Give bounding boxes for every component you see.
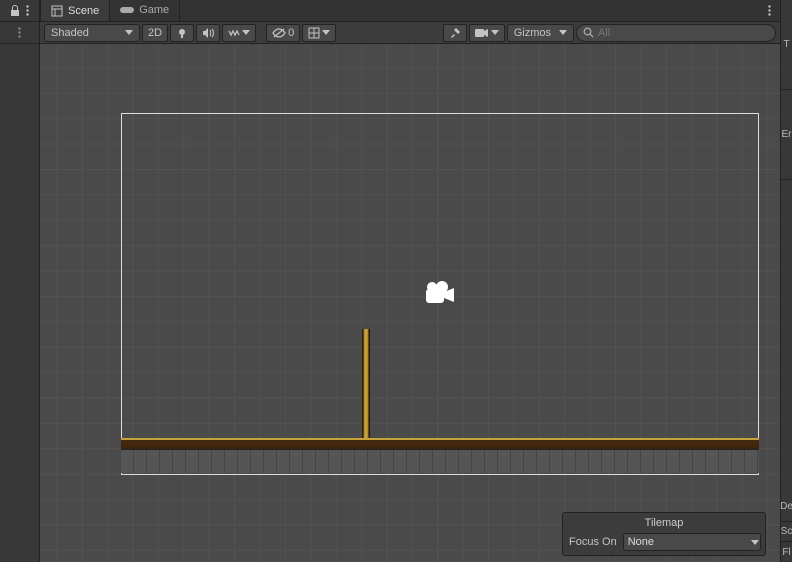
rail-tab[interactable]: Fl	[781, 542, 792, 562]
kebab-icon[interactable]	[18, 27, 21, 38]
rail-tab[interactable]: T	[781, 0, 792, 90]
inspector-rail: T Er De Sc Fl	[780, 0, 792, 562]
chevron-down-icon	[491, 30, 499, 35]
gizmos-dropdown[interactable]: Gizmos	[507, 24, 574, 42]
effects-dropdown[interactable]	[222, 24, 256, 42]
search-icon	[583, 27, 594, 38]
dropdown-label: Gizmos	[514, 27, 551, 39]
tab-options-button[interactable]	[758, 0, 780, 21]
search-input[interactable]	[598, 27, 769, 39]
tab-game[interactable]: Game	[110, 0, 180, 21]
game-icon	[120, 5, 134, 15]
hidden-objects-button[interactable]: 0	[266, 24, 300, 42]
tilemap-floor[interactable]	[121, 438, 759, 473]
2d-toggle[interactable]: 2D	[142, 24, 168, 42]
kebab-icon[interactable]	[26, 5, 29, 16]
scene-search[interactable]	[576, 24, 776, 42]
chevron-down-icon	[322, 30, 330, 35]
overlay-title: Tilemap	[569, 517, 759, 529]
lighting-toggle[interactable]	[170, 24, 194, 42]
tilemap-overlay: Tilemap Focus On None	[562, 512, 766, 556]
lock-icon[interactable]	[10, 5, 20, 16]
hierarchy-rail	[0, 0, 40, 562]
main-panel: Scene Game Shaded 2D 0 Gizmos	[40, 0, 780, 562]
scene-toolbar: Shaded 2D 0 Gizmos	[40, 22, 780, 44]
shading-dropdown[interactable]: Shaded	[44, 24, 140, 42]
tab-bar: Scene Game	[40, 0, 780, 22]
chevron-down-icon	[559, 30, 567, 35]
camera-dropdown[interactable]	[469, 24, 505, 42]
chevron-down-icon	[125, 30, 133, 35]
camera-gizmo-icon[interactable]	[422, 281, 458, 307]
rail-tab[interactable]: Sc	[781, 522, 792, 542]
scene-icon	[51, 5, 63, 17]
focus-dropdown[interactable]: None	[623, 533, 761, 551]
scene-viewport[interactable]: Tilemap Focus On None	[40, 44, 780, 562]
chevron-down-icon	[242, 30, 250, 35]
tilemap-column[interactable]	[362, 329, 370, 438]
tab-label: Game	[139, 4, 169, 16]
audio-toggle[interactable]	[196, 24, 220, 42]
grid-dropdown[interactable]	[302, 24, 336, 42]
focus-label: Focus On	[569, 536, 617, 548]
rail-tab[interactable]: De	[781, 492, 792, 522]
dropdown-label: Shaded	[51, 27, 89, 39]
tab-label: Scene	[68, 5, 99, 17]
rail-tab[interactable]: Er	[781, 90, 792, 180]
hidden-count: 0	[288, 27, 294, 39]
tab-scene[interactable]: Scene	[40, 0, 110, 21]
tools-button[interactable]	[443, 24, 467, 42]
